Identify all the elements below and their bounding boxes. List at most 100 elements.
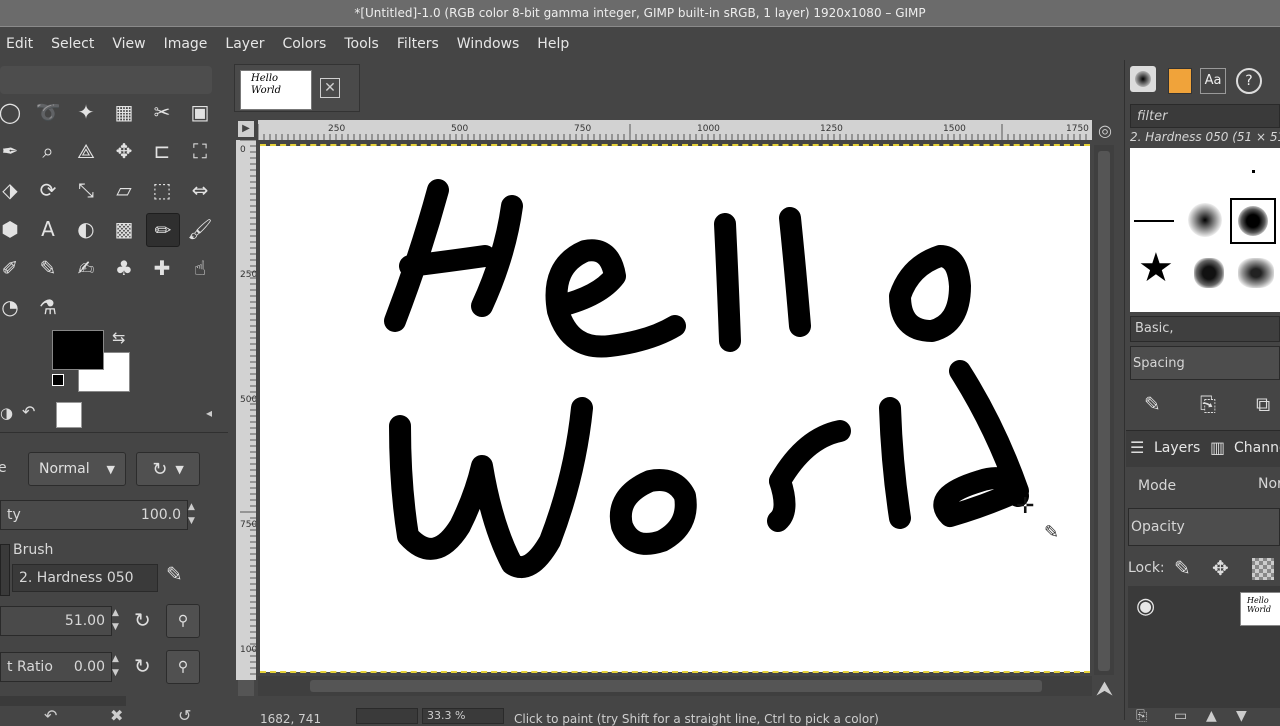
- new-layer-icon[interactable]: ⎘: [1136, 708, 1147, 724]
- brush-preview[interactable]: [0, 544, 10, 596]
- unit-selector[interactable]: [356, 708, 418, 724]
- align-icon[interactable]: ⊏: [146, 135, 178, 167]
- undo-history-tab-icon[interactable]: ↶: [22, 402, 35, 421]
- menu-colors[interactable]: Colors: [273, 36, 335, 52]
- aspect-ratio-slider[interactable]: t Ratio 0.00: [0, 652, 112, 682]
- quick-mask-toggle-icon[interactable]: ▶: [238, 121, 254, 137]
- reset-mode-button[interactable]: ↻ ▼: [136, 452, 200, 486]
- free-select-icon[interactable]: ➰: [32, 96, 64, 128]
- layers-tab[interactable]: Layers: [1154, 440, 1200, 456]
- color-picker-icon[interactable]: ⚗: [32, 291, 64, 323]
- zoom-icon[interactable]: ⌕: [32, 135, 64, 167]
- ink-icon[interactable]: ✎: [32, 252, 64, 284]
- lock-pixels-icon[interactable]: ✎: [1174, 556, 1191, 580]
- pattern-icon[interactable]: ▩: [108, 213, 140, 245]
- airbrush-icon[interactable]: ✐: [0, 252, 26, 284]
- new-brush-icon[interactable]: ⎘: [1200, 392, 1216, 416]
- reset-aspect-icon[interactable]: ↻: [134, 654, 151, 678]
- navigation-icon[interactable]: ⮝: [1096, 676, 1113, 700]
- horizontal-scrollbar[interactable]: [258, 676, 1092, 696]
- size-spinner[interactable]: ▲ ▼: [112, 606, 119, 634]
- brush-selected[interactable]: [1230, 198, 1276, 244]
- opacity-spinner[interactable]: ▲ ▼: [188, 500, 195, 528]
- link-aspect-button[interactable]: ⚲: [166, 650, 200, 684]
- horizontal-scroll-thumb[interactable]: [310, 680, 1042, 692]
- restore-options-icon[interactable]: ↶: [44, 706, 57, 725]
- image-tab-thumbnail[interactable]: Hello World: [240, 70, 312, 110]
- scissors-icon[interactable]: ✂: [146, 96, 178, 128]
- layer-visibility-eye-icon[interactable]: ◉: [1136, 594, 1155, 619]
- help-tab-icon[interactable]: ?: [1236, 68, 1262, 94]
- paintbrush-icon[interactable]: 🖌: [184, 213, 216, 245]
- next-option-field[interactable]: [0, 696, 126, 706]
- delete-options-icon[interactable]: ✖: [110, 706, 123, 725]
- menu-view[interactable]: View: [103, 36, 154, 52]
- raise-layer-icon[interactable]: ▲: [1206, 708, 1217, 724]
- brush-grid[interactable]: ★: [1130, 148, 1280, 312]
- dodge-burn-icon[interactable]: ◔: [0, 291, 26, 323]
- menu-windows[interactable]: Windows: [448, 36, 529, 52]
- tool-options-tab-icon[interactable]: ◑: [0, 404, 13, 422]
- image-canvas[interactable]: [260, 146, 1090, 672]
- link-size-button[interactable]: ⚲: [166, 604, 200, 638]
- zoom-fit-icon[interactable]: ◎: [1096, 122, 1114, 140]
- menu-edit[interactable]: Edit: [0, 36, 42, 52]
- patterns-tab-icon[interactable]: [1168, 68, 1192, 94]
- duplicate-brush-icon[interactable]: ⧉: [1256, 392, 1270, 416]
- edit-brush-icon[interactable]: ✎: [166, 562, 183, 586]
- unified-transform-icon[interactable]: ⬗: [0, 174, 26, 206]
- lock-position-icon[interactable]: ✥: [1212, 556, 1229, 580]
- shear-icon[interactable]: ▱: [108, 174, 140, 206]
- foreground-select-icon[interactable]: ▣: [184, 96, 216, 128]
- measure-icon[interactable]: ⟁: [70, 135, 102, 167]
- close-tab-icon[interactable]: ✕: [320, 78, 340, 98]
- gradient-icon[interactable]: ◐: [70, 213, 102, 245]
- default-colors-icon[interactable]: [52, 374, 64, 386]
- brush-spacing-slider[interactable]: Spacing: [1130, 346, 1280, 380]
- brush-texture-1[interactable]: [1194, 258, 1224, 288]
- lower-layer-icon[interactable]: ▼: [1236, 708, 1247, 724]
- layer-mode-dropdown[interactable]: Normal: [1258, 476, 1280, 498]
- reset-size-icon[interactable]: ↻: [134, 608, 151, 632]
- menu-tools[interactable]: Tools: [335, 36, 388, 52]
- configure-tab-icon[interactable]: ◂: [206, 406, 212, 420]
- pencil-icon[interactable]: ✏: [146, 213, 180, 247]
- zoom-selector[interactable]: 33.3 %: [422, 708, 504, 724]
- vertical-scrollbar[interactable]: [1094, 145, 1114, 675]
- aspect-ratio-spinner[interactable]: ▲ ▼: [112, 652, 119, 680]
- mypaint-brush-icon[interactable]: ✍: [70, 252, 102, 284]
- bucket-fill-icon[interactable]: ⬢: [0, 213, 26, 245]
- flip-icon[interactable]: ⇔: [184, 174, 216, 206]
- perspective-icon[interactable]: ⬚: [146, 174, 178, 206]
- layer-thumbnail[interactable]: Hello World: [1240, 592, 1280, 626]
- mode-dropdown[interactable]: Normal ▼: [28, 452, 126, 486]
- ellipse-select-icon[interactable]: ◯: [0, 96, 26, 128]
- fuzzy-select-icon[interactable]: ✦: [70, 96, 102, 128]
- brush-soft[interactable]: [1188, 203, 1222, 237]
- vertical-scroll-thumb[interactable]: [1098, 151, 1110, 671]
- menu-select[interactable]: Select: [42, 36, 103, 52]
- brush-texture-2[interactable]: [1238, 258, 1274, 288]
- heal-icon[interactable]: ✚: [146, 252, 178, 284]
- images-tab-icon[interactable]: [56, 402, 82, 428]
- text-icon[interactable]: A: [32, 213, 64, 245]
- lock-alpha-icon[interactable]: [1252, 558, 1274, 580]
- fonts-tab-icon[interactable]: Aa: [1200, 68, 1226, 94]
- select-by-color-icon[interactable]: ▦: [108, 96, 140, 128]
- menu-layer[interactable]: Layer: [216, 36, 273, 52]
- menu-image[interactable]: Image: [155, 36, 217, 52]
- brush-filter-input[interactable]: filter: [1130, 104, 1280, 128]
- smudge-icon[interactable]: ☝: [184, 252, 216, 284]
- channels-tab[interactable]: Channels: [1234, 440, 1280, 456]
- swap-colors-icon[interactable]: ⇆: [112, 328, 125, 347]
- scale-icon[interactable]: ⤡: [70, 174, 102, 206]
- reset-options-icon[interactable]: ↺: [178, 706, 191, 725]
- brush-name-field[interactable]: 2. Hardness 050: [12, 564, 158, 592]
- opacity-slider[interactable]: ty 100.0: [0, 500, 188, 530]
- navigate-icon[interactable]: [238, 680, 254, 696]
- menu-filters[interactable]: Filters: [388, 36, 448, 52]
- brush-line[interactable]: [1134, 220, 1174, 222]
- brush-tag-field[interactable]: Basic,: [1130, 316, 1280, 342]
- move-icon[interactable]: ✥: [108, 135, 140, 167]
- menu-help[interactable]: Help: [528, 36, 578, 52]
